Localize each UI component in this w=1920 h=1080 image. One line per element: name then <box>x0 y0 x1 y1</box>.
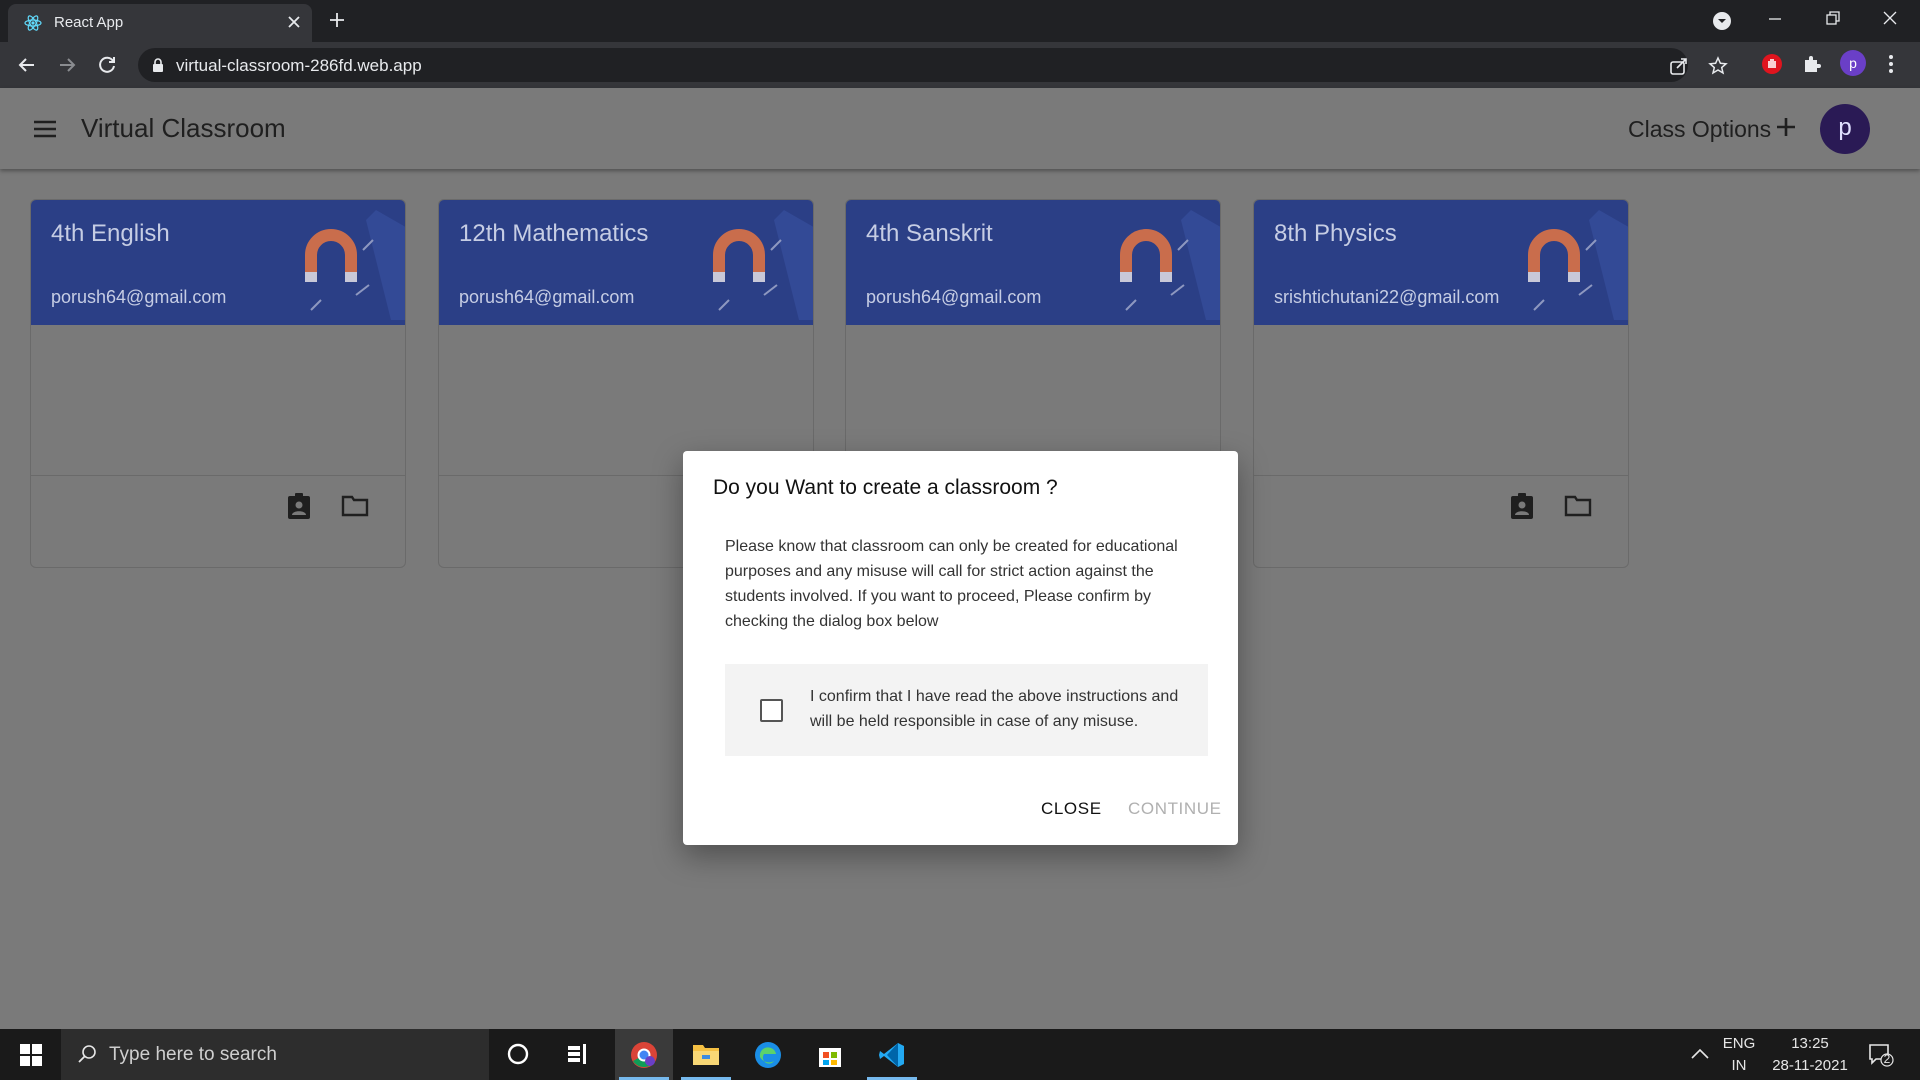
app-page: Virtual Classroom Class Options p 4th En… <box>0 88 1920 1029</box>
assignment-ind-icon[interactable] <box>1509 492 1535 520</box>
add-class-icon[interactable] <box>1775 116 1797 138</box>
taskbar-search-placeholder[interactable]: Type here to search <box>109 1044 277 1066</box>
browser-profile-avatar[interactable]: p <box>1840 50 1866 76</box>
folder-icon[interactable] <box>341 494 369 518</box>
taskbar-store[interactable] <box>801 1029 859 1080</box>
class-owner: porush64@gmail.com <box>51 287 227 307</box>
taskbar-vscode[interactable] <box>863 1029 921 1080</box>
folder-icon[interactable] <box>1564 494 1592 518</box>
folder-icon <box>692 1041 720 1067</box>
class-card-header[interactable]: 8th Physics srishtichutani22@gmail.com <box>1254 200 1628 325</box>
tab-title: React App <box>54 14 124 31</box>
confirm-section: I confirm that I have read the above ins… <box>725 664 1208 756</box>
lock-icon[interactable] <box>152 58 164 72</box>
language-indicator-line2[interactable]: IN <box>1722 1057 1756 1074</box>
vscode-icon <box>878 1041 906 1069</box>
menu-icon[interactable] <box>32 118 58 140</box>
back-icon[interactable] <box>16 54 38 76</box>
app-header: Virtual Classroom Class Options p <box>0 88 1920 169</box>
windows-taskbar: Type here to search ENG IN 13:25 28-11-2… <box>0 1029 1920 1080</box>
clock-time[interactable]: 13:25 <box>1770 1035 1850 1052</box>
react-icon <box>24 14 42 32</box>
reload-icon[interactable] <box>96 54 118 76</box>
taskbar-edge[interactable] <box>739 1029 797 1080</box>
class-card-header[interactable]: 12th Mathematics porush64@gmail.com <box>439 200 813 325</box>
class-card[interactable]: 4th English porush64@gmail.com <box>30 199 406 568</box>
class-name[interactable]: 4th English <box>51 220 170 248</box>
app-title: Virtual Classroom <box>81 113 286 143</box>
url-text[interactable]: virtual-classroom-286fd.web.app <box>176 56 422 76</box>
share-icon[interactable] <box>1669 56 1689 76</box>
forward-icon[interactable] <box>56 54 78 76</box>
class-card-header[interactable]: 4th Sanskrit porush64@gmail.com <box>846 200 1220 325</box>
browser-tab[interactable]: React App <box>8 4 312 42</box>
dialog-title: Do you Want to create a classroom ? <box>713 476 1058 499</box>
class-owner: porush64@gmail.com <box>866 287 1042 307</box>
class-card-footer <box>31 475 405 567</box>
continue-button[interactable]: CONTINUE <box>1128 799 1222 819</box>
store-icon <box>816 1041 844 1069</box>
taskbar-file-explorer[interactable] <box>677 1029 735 1080</box>
bookmark-star-icon[interactable] <box>1708 56 1728 76</box>
tab-search-icon[interactable] <box>1712 11 1732 31</box>
class-name[interactable]: 4th Sanskrit <box>866 220 993 248</box>
chrome-icon <box>630 1041 658 1069</box>
extension-hand-icon[interactable] <box>1761 53 1783 75</box>
task-view-button[interactable] <box>550 1029 608 1080</box>
class-card[interactable]: 8th Physics srishtichutani22@gmail.com <box>1253 199 1629 568</box>
task-view-icon <box>565 1041 591 1067</box>
magnet-illustration-icon <box>1504 210 1628 320</box>
browser-menu-icon[interactable] <box>1888 53 1894 75</box>
search-icon <box>77 1044 97 1064</box>
clock-date[interactable]: 28-11-2021 <box>1765 1057 1855 1074</box>
notification-count: 2 <box>1883 1052 1891 1066</box>
taskbar-search-box[interactable]: Type here to search <box>61 1029 489 1080</box>
windows-start-icon[interactable] <box>20 1044 42 1066</box>
close-window-icon[interactable] <box>1882 10 1898 26</box>
create-classroom-dialog: Do you Want to create a classroom ? Plea… <box>683 451 1238 845</box>
address-bar[interactable]: virtual-classroom-286fd.web.app <box>138 48 1728 82</box>
minimize-icon[interactable] <box>1767 10 1783 26</box>
confirm-checkbox[interactable] <box>760 699 783 722</box>
class-options-button[interactable]: Class Options <box>1628 116 1771 143</box>
show-hidden-icons-icon[interactable] <box>1690 1047 1710 1061</box>
edge-icon <box>754 1041 782 1069</box>
user-avatar[interactable]: p <box>1820 104 1870 154</box>
class-owner: srishtichutani22@gmail.com <box>1274 287 1500 307</box>
magnet-illustration-icon <box>689 210 813 320</box>
restore-icon[interactable] <box>1825 10 1841 26</box>
magnet-illustration-icon <box>1096 210 1220 320</box>
cortana-button[interactable] <box>490 1029 548 1080</box>
class-name[interactable]: 12th Mathematics <box>459 220 648 248</box>
close-button[interactable]: CLOSE <box>1041 799 1102 819</box>
browser-toolbar: virtual-classroom-286fd.web.app p <box>0 42 1920 88</box>
magnet-illustration-icon <box>281 210 405 320</box>
confirm-label[interactable]: I confirm that I have read the above ins… <box>810 684 1200 734</box>
extensions-puzzle-icon[interactable] <box>1801 53 1823 75</box>
browser-tab-bar: React App <box>0 0 1920 42</box>
class-owner: porush64@gmail.com <box>459 287 635 307</box>
class-name[interactable]: 8th Physics <box>1274 220 1397 248</box>
new-tab-icon[interactable] <box>327 10 347 30</box>
assignment-ind-icon[interactable] <box>286 492 312 520</box>
language-indicator-line1[interactable]: ENG <box>1722 1035 1756 1052</box>
class-card-footer <box>1254 475 1628 567</box>
dialog-body-text: Please know that classroom can only be c… <box>725 538 1178 630</box>
close-tab-icon[interactable] <box>286 14 302 30</box>
class-card-header[interactable]: 4th English porush64@gmail.com <box>31 200 405 325</box>
cortana-circle-icon <box>505 1041 531 1067</box>
taskbar-chrome[interactable] <box>615 1029 673 1080</box>
